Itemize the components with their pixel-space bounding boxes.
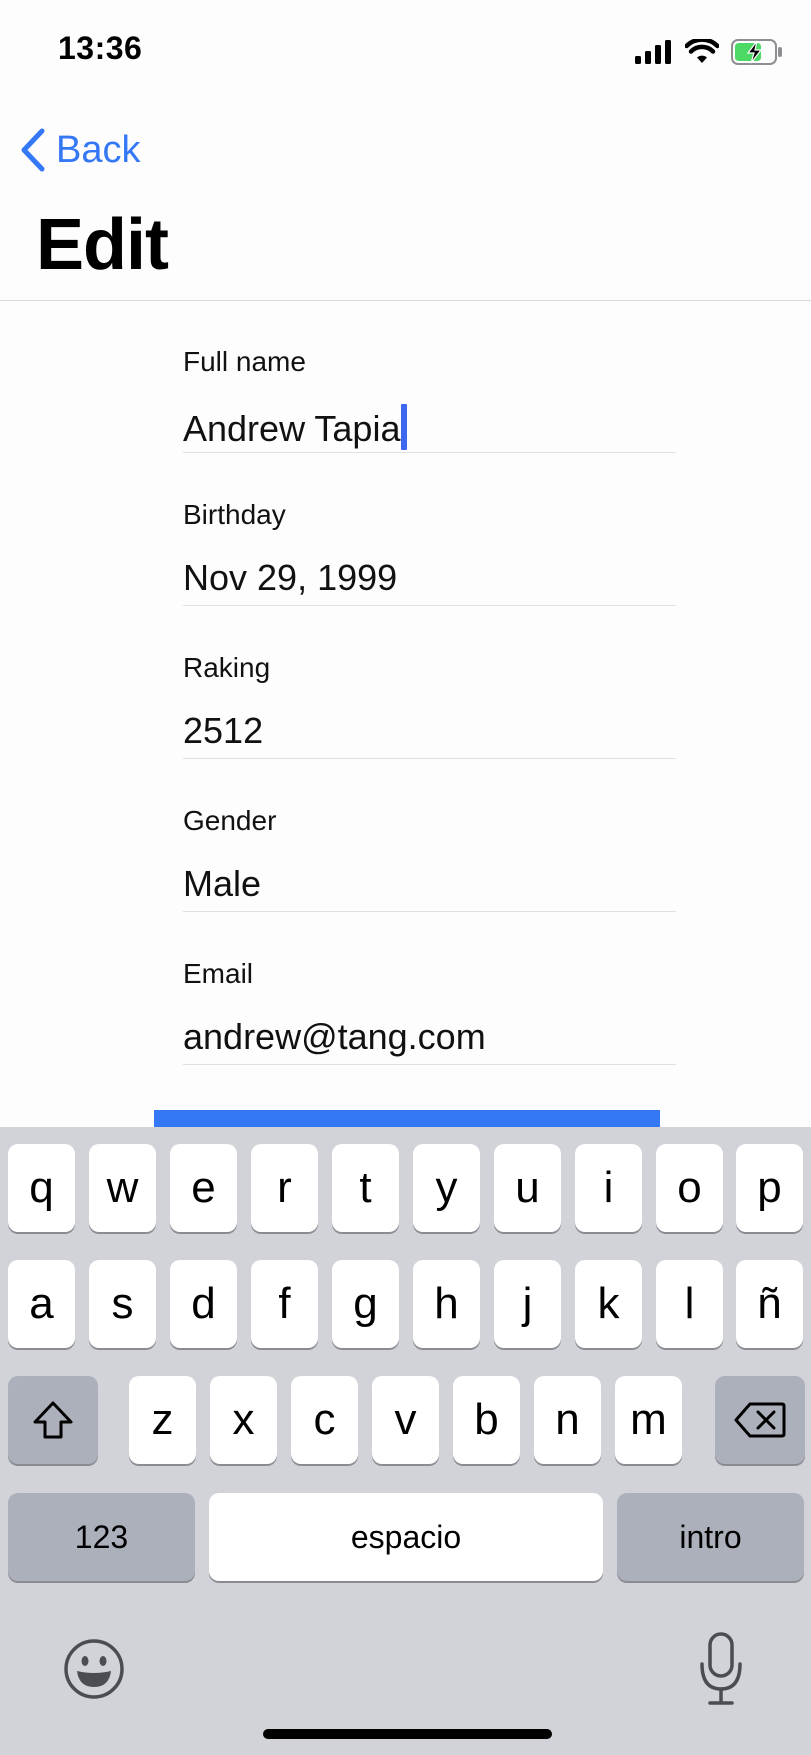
emoji-button[interactable]: [62, 1637, 126, 1701]
emoji-icon: [64, 1639, 124, 1699]
email-field[interactable]: Email andrew@tang.com: [183, 912, 676, 1065]
key-h[interactable]: h: [413, 1260, 480, 1348]
key-m[interactable]: m: [615, 1376, 682, 1464]
full-name-input[interactable]: Andrew Tapia: [183, 404, 408, 450]
home-indicator[interactable]: [263, 1729, 552, 1739]
status-time: 13:36: [58, 30, 143, 66]
numbers-key[interactable]: 123: [8, 1493, 195, 1581]
email-input[interactable]: andrew@tang.com: [183, 1016, 486, 1058]
gender-input[interactable]: Male: [183, 863, 261, 905]
key-w[interactable]: w: [89, 1144, 156, 1232]
navigation-bar: Back Edit: [0, 100, 811, 301]
shift-key[interactable]: [8, 1376, 98, 1464]
key-n[interactable]: n: [534, 1376, 601, 1464]
field-label: Gender: [183, 805, 277, 836]
edit-form: Full name Andrew Tapia Birthday Nov 29, …: [183, 300, 676, 1065]
field-value: Andrew Tapia: [183, 408, 401, 449]
key-u[interactable]: u: [494, 1144, 561, 1232]
ranking-field[interactable]: Raking 2512: [183, 606, 676, 759]
key-a[interactable]: a: [8, 1260, 75, 1348]
field-label: Raking: [183, 652, 271, 683]
save-button[interactable]: [154, 1110, 660, 1128]
key-y[interactable]: y: [413, 1144, 480, 1232]
key-d[interactable]: d: [170, 1260, 237, 1348]
status-bar: 13:36: [0, 0, 811, 100]
space-key[interactable]: espacio: [209, 1493, 603, 1581]
key-q[interactable]: q: [8, 1144, 75, 1232]
back-label: Back: [56, 128, 141, 171]
microphone-icon: [700, 1632, 742, 1705]
key-j[interactable]: j: [494, 1260, 561, 1348]
key-c[interactable]: c: [291, 1376, 358, 1464]
gender-field[interactable]: Gender Male: [183, 759, 676, 912]
key-k[interactable]: k: [575, 1260, 642, 1348]
status-icons: [635, 36, 783, 68]
birthday-input[interactable]: Nov 29, 1999: [183, 557, 397, 599]
field-label: Email: [183, 958, 254, 989]
key-p[interactable]: p: [736, 1144, 803, 1232]
key-v[interactable]: v: [372, 1376, 439, 1464]
field-label: Birthday: [183, 499, 286, 530]
key-e[interactable]: e: [170, 1144, 237, 1232]
field-label: Full name: [183, 346, 306, 377]
shift-icon: [33, 1401, 73, 1439]
key-g[interactable]: g: [332, 1260, 399, 1348]
back-button[interactable]: Back: [20, 120, 140, 180]
full-name-field[interactable]: Full name Andrew Tapia: [183, 300, 676, 453]
cellular-signal-icon: [635, 40, 671, 64]
chevron-left-icon: [21, 128, 45, 172]
backspace-icon: [734, 1402, 786, 1438]
birthday-field[interactable]: Birthday Nov 29, 1999: [183, 453, 676, 606]
key-x[interactable]: x: [210, 1376, 277, 1464]
key-n-tilde[interactable]: ñ: [736, 1260, 803, 1348]
dictation-button[interactable]: [698, 1631, 744, 1707]
battery-charging-icon: [731, 39, 782, 65]
key-t[interactable]: t: [332, 1144, 399, 1232]
key-f[interactable]: f: [251, 1260, 318, 1348]
page-title: Edit: [36, 205, 169, 285]
key-r[interactable]: r: [251, 1144, 318, 1232]
ranking-input[interactable]: 2512: [183, 710, 263, 752]
key-b[interactable]: b: [453, 1376, 520, 1464]
wifi-icon: [685, 39, 719, 63]
key-z[interactable]: z: [129, 1376, 196, 1464]
key-s[interactable]: s: [89, 1260, 156, 1348]
key-o[interactable]: o: [656, 1144, 723, 1232]
text-cursor: [401, 404, 408, 450]
delete-key[interactable]: [715, 1376, 805, 1464]
key-i[interactable]: i: [575, 1144, 642, 1232]
key-l[interactable]: l: [656, 1260, 723, 1348]
return-key[interactable]: intro: [617, 1493, 804, 1581]
keyboard: q w e r t y u i o p a s d f g h j k l ñ …: [0, 1127, 811, 1755]
